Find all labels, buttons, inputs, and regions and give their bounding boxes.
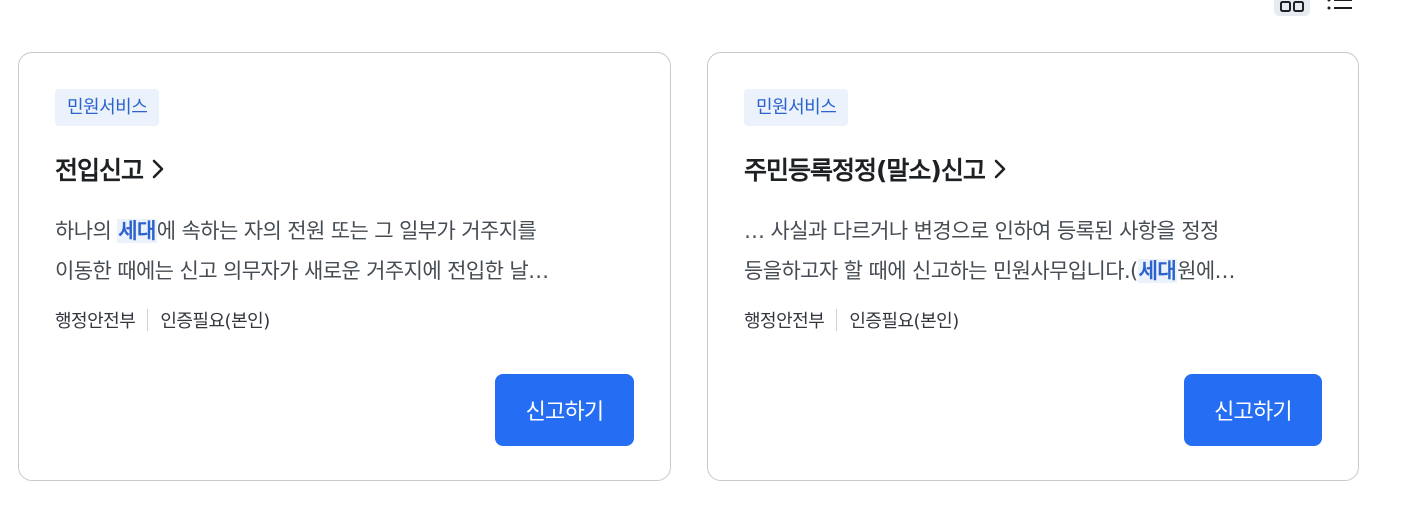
service-description: … 사실과 다르거나 변경으로 인하여 등록된 사항을 정정 등을하고자 할 때… [744, 211, 1314, 291]
auth-requirement: 인증필요(본인) [849, 311, 959, 332]
grid-icon [1280, 1, 1304, 12]
category-badge: 민원서비스 [55, 89, 160, 126]
search-highlight: 세대 [117, 219, 157, 243]
chevron-right-icon [152, 159, 164, 179]
list-icon [1327, 0, 1352, 10]
service-title: 전입신고 [55, 156, 144, 185]
view-toggle [1272, 0, 1362, 16]
category-badge: 민원서비스 [744, 89, 849, 126]
description-text: 원에… [1177, 259, 1235, 283]
chevron-right-icon [994, 159, 1006, 179]
description-line: 하나의 세대에 속하는 자의 전원 또는 그 일부가 거주지를 [55, 211, 625, 251]
service-title-link[interactable]: 전입신고 [55, 151, 165, 187]
agency-label: 행정안전부 [55, 311, 136, 332]
description-text: 에 속하는 자의 전원 또는 그 일부가 거주지를 [156, 219, 537, 243]
service-title-link[interactable]: 주민등록정정(말소)신고 [744, 151, 1007, 187]
meta-divider [836, 309, 838, 331]
agency-label: 행정안전부 [744, 311, 825, 332]
description-line: 이동한 때에는 신고 의무자가 새로운 거주지에 전입한 날… [55, 259, 549, 283]
meta-divider [147, 309, 149, 331]
description-line: … 사실과 다르거나 변경으로 인하여 등록된 사항을 정정 [744, 219, 1219, 243]
description-text: 등을하고자 할 때에 신고하는 민원사무입니다.( [744, 259, 1138, 283]
list-view-button[interactable] [1322, 0, 1358, 16]
report-button[interactable]: 신고하기 [495, 374, 634, 446]
grid-view-button[interactable] [1274, 0, 1310, 16]
service-title: 주민등록정정(말소)신고 [744, 156, 986, 185]
description-text: 하나의 [55, 219, 118, 243]
description-line: 등을하고자 할 때에 신고하는 민원사무입니다.(세대원에… [744, 251, 1314, 291]
service-card: 민원서비스 전입신고 하나의 세대에 속하는 자의 전원 또는 그 일부가 거주… [18, 52, 671, 481]
report-button[interactable]: 신고하기 [1184, 374, 1322, 446]
service-card: 민원서비스 주민등록정정(말소)신고 … 사실과 다르거나 변경으로 인하여 등… [707, 52, 1359, 481]
search-highlight: 세대 [1137, 259, 1178, 283]
service-meta: 행정안전부 인증필요(본인) [55, 307, 270, 333]
auth-requirement: 인증필요(본인) [160, 311, 270, 332]
service-description: 하나의 세대에 속하는 자의 전원 또는 그 일부가 거주지를 이동한 때에는 … [55, 211, 625, 291]
service-meta: 행정안전부 인증필요(본인) [744, 307, 959, 333]
